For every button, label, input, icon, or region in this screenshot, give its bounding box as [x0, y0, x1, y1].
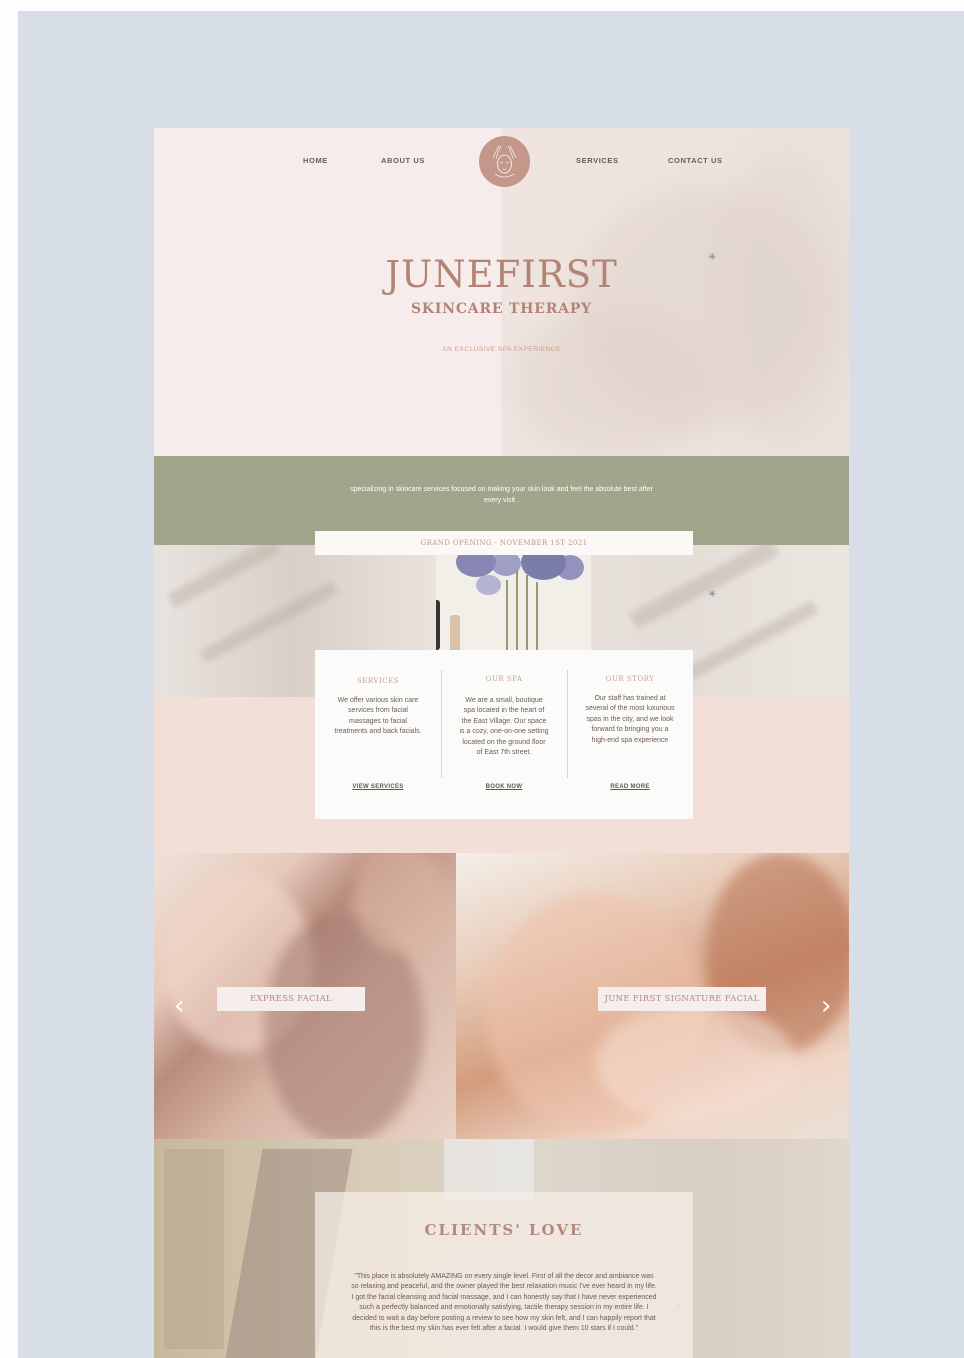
- face-hands-logo-icon[interactable]: [479, 136, 530, 187]
- column-title: OUR STORY: [605, 675, 655, 683]
- nav-home[interactable]: HOME: [303, 156, 328, 165]
- grand-opening-banner: GRAND OPENING - NOVEMBER 1ST 2021: [315, 531, 693, 555]
- chevron-right-icon[interactable]: ›: [821, 993, 831, 1019]
- sparkle-icon[interactable]: ✳: [708, 252, 716, 263]
- services-carousel: EXPRESS FACIAL JUNE FIRST SIGNATURE FACI…: [154, 853, 849, 1139]
- column-body: Our staff has trained at several of the …: [585, 695, 675, 744]
- services-column: SERVICES We offer various skin care serv…: [315, 650, 441, 819]
- hero-section: HOME ABOUT US SERVICES CONTACT US JUNEFI…: [154, 128, 849, 456]
- nav-services[interactable]: SERVICES: [576, 156, 619, 165]
- brand-title: JUNEFIRST: [385, 253, 618, 296]
- testimonials-section: CLIENTS' LOVE "This place is absolutely …: [154, 1139, 849, 1358]
- book-now-link[interactable]: BOOK NOW: [441, 784, 567, 790]
- column-body: We are a small, boutique spa located in …: [459, 697, 549, 757]
- nav-about-us[interactable]: ABOUT US: [381, 156, 425, 165]
- our-story-column: OUR STORY Our staff has trained at sever…: [567, 650, 693, 819]
- testimonial-quote: "This place is absolutely AMAZING on eve…: [351, 1273, 657, 1333]
- nav-contact-us[interactable]: CONTACT US: [668, 156, 723, 165]
- chevron-left-icon[interactable]: ‹: [174, 993, 184, 1019]
- testimonials-title: CLIENTS' LOVE: [424, 1221, 584, 1239]
- intro-text: specializing in skincare services focuse…: [350, 486, 653, 504]
- info-card: SERVICES We offer various skin care serv…: [315, 650, 693, 819]
- signature-facial-label[interactable]: JUNE FIRST SIGNATURE FACIAL: [598, 987, 766, 1011]
- view-services-link[interactable]: VIEW SERVICES: [315, 784, 441, 790]
- sparkle-icon[interactable]: ✳: [708, 589, 716, 600]
- read-more-link[interactable]: READ MORE: [567, 784, 693, 790]
- column-title: OUR SPA: [485, 675, 523, 683]
- website-preview: HOME ABOUT US SERVICES CONTACT US JUNEFI…: [154, 128, 849, 1358]
- column-body: We offer various skin care services from…: [334, 697, 422, 736]
- main-nav: HOME ABOUT US SERVICES CONTACT US: [154, 128, 849, 198]
- lavender-photo: [436, 545, 591, 650]
- brand-tagline: AN EXCLUSIVE SPA EXPERIENCE: [442, 346, 561, 353]
- our-spa-column: OUR SPA We are a small, boutique spa loc…: [441, 650, 567, 819]
- express-facial-label[interactable]: EXPRESS FACIAL: [217, 987, 365, 1011]
- brand-subtitle: SKINCARE THERAPY: [411, 301, 592, 317]
- column-title: SERVICES: [356, 677, 399, 685]
- testimonial-card: CLIENTS' LOVE "This place is absolutely …: [315, 1192, 693, 1358]
- chevron-right-icon[interactable]: ›: [675, 1292, 681, 1318]
